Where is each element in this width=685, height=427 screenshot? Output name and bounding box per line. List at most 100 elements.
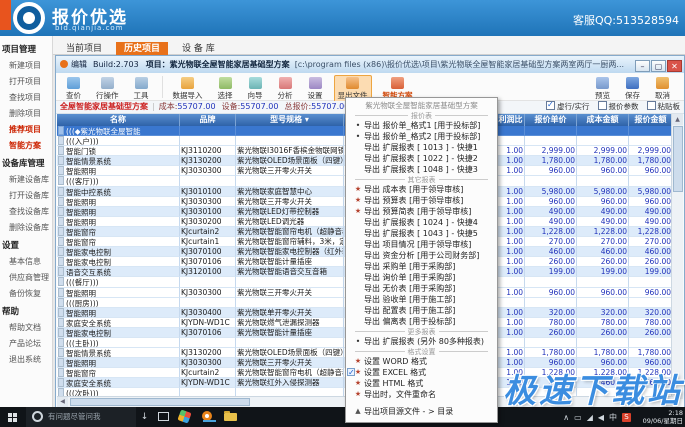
toolbar-button[interactable]: 查价 bbox=[62, 75, 85, 103]
menu-item[interactable]: 导出 扩展报表 [ 1022 ] - 快捷2 bbox=[346, 153, 497, 164]
menu-item[interactable]: 导出 扩展报表 [ 1048 ] - 快捷3 bbox=[346, 164, 497, 175]
menu-item[interactable]: 导出 验收单 [用于施工部] bbox=[346, 294, 497, 305]
sidebar-item[interactable]: 删除项目 bbox=[0, 105, 52, 121]
sidebar-item[interactable]: 基本信息 bbox=[0, 253, 52, 269]
sidebar-item[interactable]: 退出系统 bbox=[0, 351, 52, 367]
sidebar-item[interactable]: 查找设备库 bbox=[0, 203, 52, 219]
close-button[interactable]: ✕ bbox=[667, 60, 682, 72]
hscroll-thumb[interactable] bbox=[70, 398, 250, 406]
toolbar-button[interactable]: 行操作 bbox=[92, 75, 123, 103]
cell: 1.00 bbox=[497, 227, 525, 237]
toolbar-button[interactable]: 预览 bbox=[591, 75, 614, 103]
menu-item[interactable]: 导出 配置表 [用于施工部] bbox=[346, 305, 497, 316]
menu-item[interactable]: ▲导出项目源文件 - > 目录 bbox=[346, 406, 497, 417]
column-header[interactable]: 利润比 bbox=[497, 114, 525, 126]
toolbar-button-label: 分析 bbox=[278, 90, 293, 101]
toolbar-button[interactable]: 分析 bbox=[274, 75, 297, 103]
folder-icon[interactable] bbox=[224, 413, 237, 421]
menu-item[interactable]: 导出 无价表 [用于采购部] bbox=[346, 283, 497, 294]
column-header[interactable]: 报价单价 bbox=[525, 114, 577, 126]
menu-item[interactable]: ★导出 成本表 [用于领导审核] bbox=[346, 184, 497, 195]
cell: 320.00 bbox=[629, 308, 673, 318]
cell: 270.00 bbox=[629, 237, 673, 247]
menu-item[interactable]: •导出 报价单_格式1 [用于投标部] bbox=[346, 120, 497, 131]
toolbar-button[interactable]: 向导 bbox=[244, 75, 267, 103]
toolbar-button[interactable]: 数据导入 bbox=[169, 75, 207, 103]
sidebar-item[interactable]: 打开设备库 bbox=[0, 187, 52, 203]
cell: KJcurtain1 bbox=[180, 237, 236, 247]
chevron-up-icon[interactable]: ∧ bbox=[563, 413, 569, 422]
menu-item[interactable]: 导出 项目情况 [用于领导审核] bbox=[346, 239, 497, 250]
column-header[interactable]: 品牌 bbox=[180, 114, 236, 126]
sidebar-item[interactable]: 产品论坛 bbox=[0, 335, 52, 351]
vscroll-thumb[interactable] bbox=[673, 126, 683, 192]
scroll-right-icon[interactable]: ▶ bbox=[662, 397, 673, 407]
toolbar-button[interactable]: 选择 bbox=[214, 75, 237, 103]
cell: 490.00 bbox=[525, 207, 577, 217]
menu-item[interactable]: ★导出 预算表 [用于领导审核] bbox=[346, 195, 497, 206]
network-icon[interactable]: ◢ bbox=[587, 413, 593, 422]
sidebar-item[interactable]: 备份恢复 bbox=[0, 285, 52, 301]
window-titlebar: 编辑Build:2.703项目：紫光物联全屋智能家居基础型方案[c:\progr… bbox=[56, 56, 684, 73]
cell: 460.00 bbox=[525, 247, 577, 257]
menu-item[interactable]: ★设置 EXCEL 格式 bbox=[346, 367, 497, 378]
menu-item[interactable]: 导出 偏离表 [用于投标部] bbox=[346, 316, 497, 327]
status-checkbox[interactable]: 报价参数 bbox=[598, 101, 639, 113]
title-build: Build:2.703 bbox=[93, 60, 139, 69]
sidebar-item[interactable]: 推荐项目 bbox=[0, 121, 52, 137]
maximize-button[interactable]: ▢ bbox=[651, 60, 666, 72]
menu-item[interactable]: 导出 采购单 [用于采购部] bbox=[346, 261, 497, 272]
cell: 2,999.00 bbox=[629, 146, 673, 156]
cell: 960.00 bbox=[525, 288, 577, 298]
sidebar-item[interactable]: 新建设备库 bbox=[0, 171, 52, 187]
column-header[interactable]: 型号规格 ▾ bbox=[236, 114, 344, 126]
menu-item[interactable]: 导出 扩展报表 [ 1024 ] - 快捷4 bbox=[346, 217, 497, 228]
sidebar-item[interactable]: 删除设备库 bbox=[0, 219, 52, 235]
status-checkbox[interactable]: 粘贴板 bbox=[647, 101, 681, 113]
display-icon[interactable]: ▭ bbox=[574, 413, 582, 422]
cell: 1,228.00 bbox=[525, 368, 577, 378]
pinwheel-icon[interactable] bbox=[177, 409, 191, 423]
toolbar-button[interactable]: 工具 bbox=[130, 75, 153, 103]
cell: 960.00 bbox=[577, 288, 629, 298]
taskbar-clock[interactable]: 2:1809/06/星期日 bbox=[643, 409, 683, 425]
menu-item[interactable]: ★设置 WORD 格式 bbox=[346, 356, 497, 367]
ime-cn-icon[interactable]: 中 bbox=[609, 412, 617, 423]
menu-item[interactable]: ★导出时，文件重命名 bbox=[346, 389, 497, 400]
menu-item[interactable]: 导出 询价单 [用于采购部] bbox=[346, 272, 497, 283]
sidebar-item[interactable]: 帮助文档 bbox=[0, 319, 52, 335]
sidebar-item[interactable]: 供应商管理 bbox=[0, 269, 52, 285]
menu-item[interactable]: 导出 资金分析 [用于公司财务部] bbox=[346, 250, 497, 261]
menu-item[interactable]: 导出 扩展报表 [ 1043 ] - 快捷5 bbox=[346, 228, 497, 239]
minimize-button[interactable]: – bbox=[635, 60, 650, 72]
scroll-left-icon[interactable]: ◀ bbox=[57, 397, 68, 407]
sogou-icon[interactable]: S bbox=[622, 413, 631, 422]
column-header[interactable]: 报价金额 bbox=[629, 114, 673, 126]
start-button[interactable] bbox=[0, 407, 24, 427]
sidebar-item[interactable]: 打开项目 bbox=[0, 73, 52, 89]
volume-icon[interactable]: ◀ bbox=[598, 413, 604, 422]
menu-item[interactable]: •导出 扩展报表 (另外 80多种报表) bbox=[346, 336, 497, 347]
status-checkbox[interactable]: 虚行/实行 bbox=[546, 101, 590, 113]
sidebar-item[interactable]: 查找项目 bbox=[0, 89, 52, 105]
app-circle-icon[interactable] bbox=[202, 411, 212, 421]
menu-item[interactable]: 导出 扩展报表 [ 1013 ] - 快捷1 bbox=[346, 142, 497, 153]
download-icon[interactable] bbox=[137, 410, 152, 424]
scroll-down-icon[interactable]: ▼ bbox=[672, 388, 683, 399]
toolbar-button[interactable]: 设置 bbox=[304, 75, 327, 103]
menu-item[interactable]: ★设置 HTML 格式 bbox=[346, 378, 497, 389]
toolbar-button[interactable]: 保存 bbox=[621, 75, 644, 103]
scroll-up-icon[interactable]: ▲ bbox=[672, 114, 683, 125]
column-header[interactable]: 名称 bbox=[57, 114, 180, 126]
cell: 1,780.00 bbox=[629, 348, 673, 358]
task-view-icon[interactable] bbox=[158, 412, 169, 421]
vertical-scrollbar[interactable]: ▲ ▼ bbox=[671, 114, 683, 399]
toolbar-button[interactable]: 取消 bbox=[651, 75, 674, 103]
menu-item[interactable]: ★导出 预算简表 [用于领导审核] bbox=[346, 206, 497, 217]
sidebar-item[interactable]: 新建项目 bbox=[0, 57, 52, 73]
scheme-tab[interactable]: 全屋智能家居基础型方案 bbox=[60, 102, 148, 111]
menu-item[interactable]: •导出 报价单_格式2 [用于投标部] bbox=[346, 131, 497, 142]
column-header[interactable]: 成本金额 bbox=[577, 114, 629, 126]
taskbar-search-input[interactable]: 有问题尽管问我 bbox=[26, 407, 136, 427]
sidebar-item[interactable]: 智能方案 bbox=[0, 137, 52, 153]
